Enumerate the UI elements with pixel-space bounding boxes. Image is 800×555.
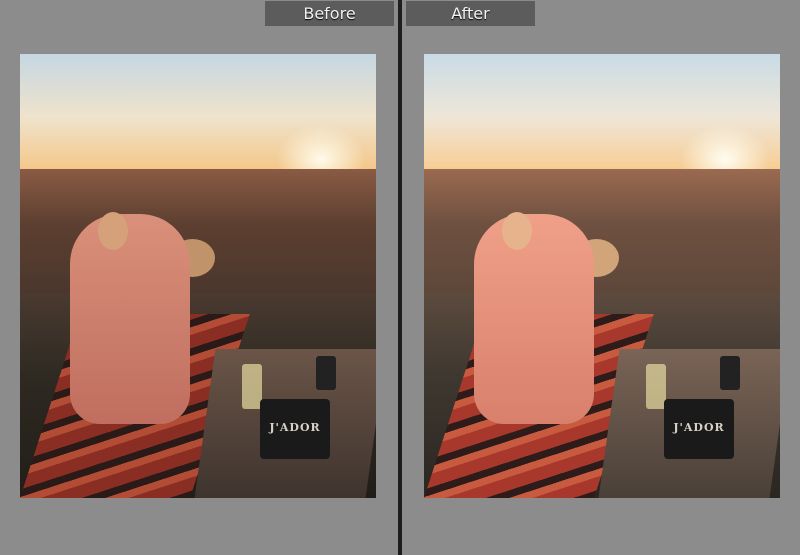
handbag-text: J'ADOR xyxy=(673,421,725,434)
handbag-text: J'ADOR xyxy=(269,421,321,434)
woman-head xyxy=(98,212,128,250)
after-label: After xyxy=(406,1,535,26)
glass xyxy=(242,364,262,409)
before-label: Before xyxy=(265,1,394,26)
glass xyxy=(646,364,666,409)
lantern xyxy=(316,356,336,390)
woman-head xyxy=(502,212,532,250)
lantern xyxy=(720,356,740,390)
woman-dress xyxy=(474,214,594,424)
after-photo[interactable]: J'ADOR xyxy=(424,54,780,498)
woman-dress xyxy=(70,214,190,424)
after-pane: After J'ADOR xyxy=(402,0,800,555)
handbag: J'ADOR xyxy=(664,399,734,459)
before-photo[interactable]: J'ADOR xyxy=(20,54,376,498)
before-pane: Before J'ADOR xyxy=(0,0,398,555)
handbag: J'ADOR xyxy=(260,399,330,459)
